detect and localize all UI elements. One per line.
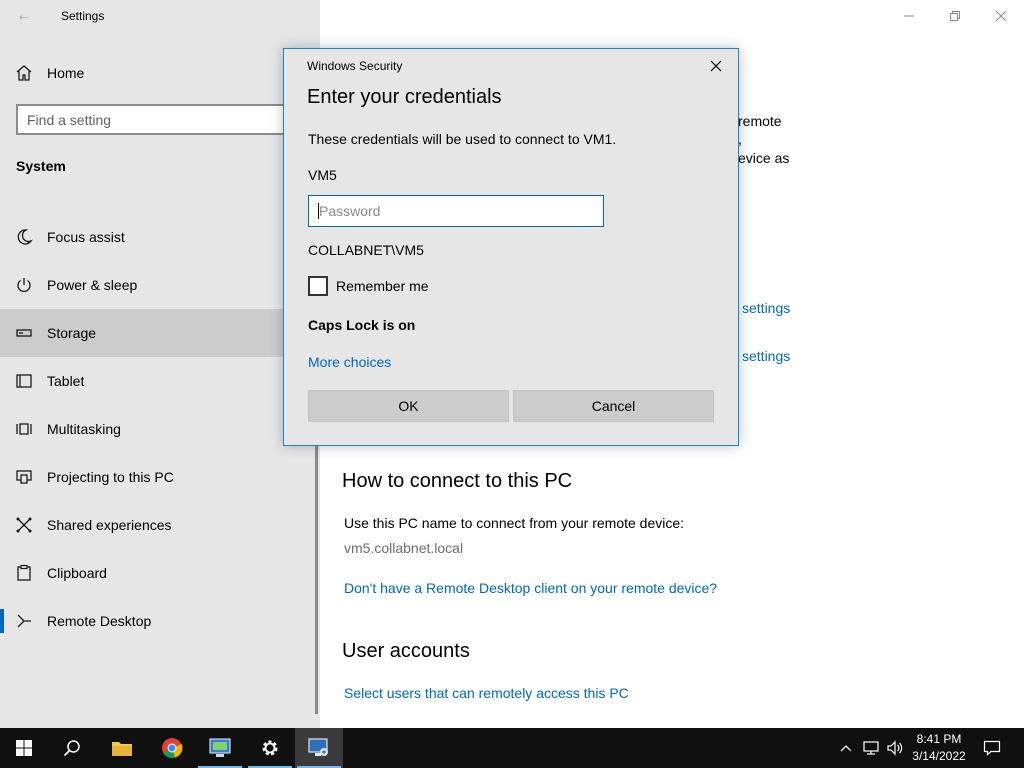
tray-overflow-button[interactable] <box>834 728 858 768</box>
taskbar-settings[interactable] <box>246 728 294 768</box>
more-choices-link[interactable]: More choices <box>308 354 391 370</box>
projecting-icon <box>0 468 48 486</box>
minimize-button[interactable] <box>886 0 932 32</box>
username-label: VM5 <box>308 167 337 183</box>
volume-icon <box>887 740 903 756</box>
dialog-title: Windows Security <box>307 59 403 73</box>
settings-sidebar: ← Settings Home Find a setting System Fo… <box>0 0 320 728</box>
sidebar-item-label: Shared experiences <box>47 517 172 533</box>
server-manager-icon <box>209 738 231 757</box>
sidebar-item-label: Clipboard <box>47 565 107 581</box>
chevron-up-icon <box>840 745 852 752</box>
content-peek-text: evice as <box>738 150 790 166</box>
sidebar-item-label: Focus assist <box>47 229 125 245</box>
multitasking-icon <box>0 420 48 438</box>
dialog-titlebar[interactable]: Windows Security <box>284 49 738 81</box>
credentials-dialog: Windows Security Enter your credentials … <box>283 48 739 446</box>
search-icon <box>63 740 80 757</box>
sidebar-item-label: Multitasking <box>47 421 121 437</box>
home-icon <box>0 64 48 82</box>
sidebar-item-shared-experiences[interactable]: Shared experiences <box>0 501 320 549</box>
close-button[interactable] <box>978 0 1024 32</box>
sidebar-item-projecting[interactable]: Projecting to this PC <box>0 453 320 501</box>
settings-link[interactable]: settings <box>742 348 790 364</box>
remote-desktop-connection-icon <box>308 738 328 756</box>
remember-me-option[interactable]: Remember me <box>308 276 429 296</box>
sidebar-item-label: Projecting to this PC <box>47 469 174 485</box>
taskbar-file-explorer[interactable] <box>98 728 146 768</box>
file-explorer-icon <box>112 742 132 756</box>
ok-button[interactable]: OK <box>308 390 509 422</box>
restore-button[interactable] <box>932 0 978 32</box>
sidebar-item-multitasking[interactable]: Multitasking <box>0 405 320 453</box>
taskbar-server-manager[interactable] <box>196 728 244 768</box>
sidebar-item-power-sleep[interactable]: Power & sleep <box>0 261 320 309</box>
content-peek-text: remote <box>738 113 782 129</box>
action-center-button[interactable] <box>980 728 1004 768</box>
storage-icon <box>0 324 48 342</box>
remember-me-checkbox[interactable] <box>308 276 328 296</box>
connect-heading: How to connect to this PC <box>342 470 573 492</box>
chrome-icon <box>162 738 183 758</box>
find-setting-search[interactable]: Find a setting <box>16 104 306 135</box>
start-button[interactable] <box>0 728 48 768</box>
power-icon <box>0 276 48 294</box>
sidebar-item-tablet[interactable]: Tablet <box>0 357 320 405</box>
minimize-icon <box>904 15 914 17</box>
window-title: Settings <box>61 9 105 23</box>
user-accounts-heading: User accounts <box>342 640 470 662</box>
sidebar-item-label: Tablet <box>47 373 85 389</box>
tablet-icon <box>0 372 48 390</box>
home-nav-item[interactable]: Home <box>0 50 320 96</box>
cancel-button[interactable]: Cancel <box>513 390 714 422</box>
remote-desktop-icon <box>0 612 48 630</box>
section-title: System <box>16 158 66 174</box>
remember-me-label: Remember me <box>336 278 429 294</box>
content-scrollbar[interactable] <box>315 444 318 714</box>
dialog-description: These credentials will be used to connec… <box>308 131 617 147</box>
sidebar-item-label: Storage <box>47 325 97 341</box>
caps-lock-warning: Caps Lock is on <box>308 317 416 333</box>
home-label: Home <box>47 65 85 81</box>
taskbar-remote-desktop-connection[interactable] <box>295 728 343 768</box>
sidebar-item-storage[interactable]: Storage <box>0 309 320 357</box>
close-icon <box>995 10 1007 22</box>
clock-time: 8:41 PM <box>916 732 962 746</box>
clock-date: 3/14/2022 <box>912 749 966 763</box>
tray-network-button[interactable] <box>859 728 883 768</box>
restore-icon <box>950 11 960 21</box>
network-icon <box>863 741 879 755</box>
sidebar-item-remote-desktop[interactable]: Remote Desktop <box>0 597 320 645</box>
system-nav-list: Focus assist Power & sleep Storage Table… <box>0 213 320 645</box>
moon-icon <box>0 228 48 246</box>
back-arrow-icon: ← <box>16 7 32 24</box>
clipboard-icon <box>0 564 48 582</box>
domain-user-label: COLLABNET\VM5 <box>308 242 424 258</box>
action-center-icon <box>983 740 1001 756</box>
sidebar-item-focus-assist[interactable]: Focus assist <box>0 213 320 261</box>
window-titlebar: ← Settings <box>0 0 320 32</box>
select-users-link[interactable]: Select users that can remotely access th… <box>344 685 629 701</box>
password-input[interactable]: Password <box>308 195 604 227</box>
sidebar-item-clipboard[interactable]: Clipboard <box>0 549 320 597</box>
password-placeholder: Password <box>319 203 381 219</box>
settings-link[interactable]: settings <box>742 300 790 316</box>
taskbar-clock[interactable]: 8:41 PM 3/14/2022 <box>904 731 974 765</box>
pc-name: vm5.collabnet.local <box>344 540 464 556</box>
start-icon <box>16 740 32 756</box>
sidebar-item-label: Remote Desktop <box>47 613 152 629</box>
settings-gear-icon <box>262 740 278 756</box>
dialog-close-button[interactable] <box>704 55 728 77</box>
dialog-heading: Enter your credentials <box>307 86 502 108</box>
client-link[interactable]: Don't have a Remote Desktop client on yo… <box>344 580 717 596</box>
taskbar-chrome[interactable] <box>148 728 196 768</box>
connect-text: Use this PC name to connect from your re… <box>344 515 685 531</box>
search-placeholder: Find a setting <box>27 111 112 128</box>
sidebar-item-label: Power & sleep <box>47 277 138 293</box>
shared-icon <box>0 516 48 534</box>
back-button[interactable]: ← <box>0 0 48 32</box>
taskbar-search-button[interactable] <box>48 728 96 768</box>
taskbar: 8:41 PM 3/14/2022 <box>0 728 1024 768</box>
close-icon <box>710 60 722 72</box>
